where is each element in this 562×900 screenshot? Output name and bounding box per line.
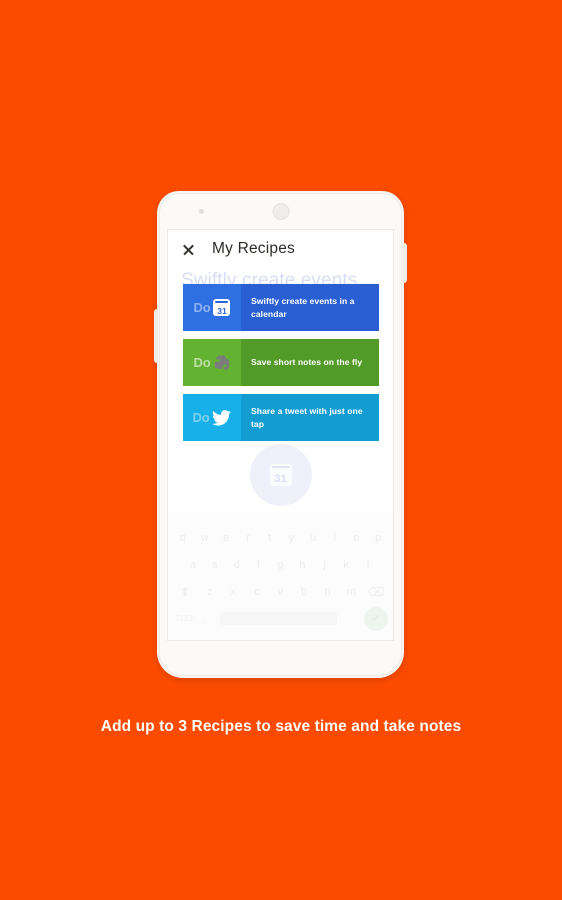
recipe-card-twitter[interactable]: Do Share a tweet with just one tap xyxy=(183,394,379,441)
calendar-day-label: 31 xyxy=(217,305,227,316)
twitter-bird-icon xyxy=(212,409,232,426)
key-e[interactable]: e xyxy=(216,532,236,544)
close-icon[interactable] xyxy=(182,243,195,256)
recipe-body: Share a tweet with just one tap xyxy=(241,394,379,441)
phone-mockup: Swiftly create events My Recipes Do 31 S… xyxy=(154,191,407,678)
key-w[interactable]: w xyxy=(195,532,215,544)
key-u[interactable]: u xyxy=(303,532,323,544)
background-app-icon: 31 xyxy=(249,444,312,506)
recipe-body: Swiftly create events in a calendar xyxy=(241,284,379,331)
shift-icon[interactable]: ⬆ xyxy=(173,585,197,599)
recipe-card-calendar[interactable]: Do 31 Swiftly create events in a calenda… xyxy=(183,284,379,331)
keyboard-row-1: q w e r t y u i o p xyxy=(173,524,388,551)
do-brand-label: Do xyxy=(193,300,211,315)
recipe-card-evernote[interactable]: Do Save short notes on the fly xyxy=(183,339,379,386)
key-n[interactable]: n xyxy=(317,586,339,598)
camera-dot-icon xyxy=(199,209,204,214)
key-l[interactable]: l xyxy=(358,559,378,571)
recipe-list: Do 31 Swiftly create events in a calenda… xyxy=(183,284,379,449)
key-v[interactable]: v xyxy=(270,586,292,598)
key-b[interactable]: b xyxy=(293,586,315,598)
key-z[interactable]: z xyxy=(199,586,221,598)
phone-screen: Swiftly create events My Recipes Do 31 S… xyxy=(167,229,394,641)
recipe-label: Share a tweet with just one tap xyxy=(251,406,363,429)
key-q[interactable]: q xyxy=(173,532,193,544)
promo-caption: Add up to 3 Recipes to save time and tak… xyxy=(100,718,462,735)
period-key[interactable]: . xyxy=(344,614,360,624)
key-s[interactable]: s xyxy=(205,559,225,571)
recipe-label: Save short notes on the fly xyxy=(251,357,363,368)
recipe-body: Save short notes on the fly xyxy=(241,339,379,386)
recipe-badge: Do 31 xyxy=(183,284,241,331)
comma-key[interactable]: , xyxy=(197,614,213,624)
volume-button[interactable] xyxy=(154,309,158,363)
calendar-icon: 31 xyxy=(269,464,292,486)
key-j[interactable]: j xyxy=(314,559,334,571)
recipe-label: Swiftly create events in a calendar xyxy=(251,296,355,319)
key-h[interactable]: h xyxy=(292,559,312,571)
key-r[interactable]: r xyxy=(238,532,258,544)
key-m[interactable]: m xyxy=(340,586,362,598)
key-p[interactable]: p xyxy=(368,532,388,544)
key-k[interactable]: k xyxy=(336,559,356,571)
send-check-icon[interactable]: ✓ xyxy=(364,606,388,631)
keyboard-row-3: ⬆ z x c v b n m ⌫ xyxy=(173,578,388,605)
key-a[interactable]: a xyxy=(183,559,203,571)
keyboard-row-4: ?123 , . ✓ xyxy=(173,605,388,632)
do-brand-label: Do xyxy=(192,410,210,425)
key-y[interactable]: y xyxy=(282,532,302,544)
app-header: My Recipes xyxy=(168,230,393,268)
calendar-icon: 31 xyxy=(213,299,231,316)
space-key[interactable] xyxy=(220,612,337,625)
key-x[interactable]: x xyxy=(223,586,245,598)
key-g[interactable]: g xyxy=(271,559,291,571)
key-o[interactable]: o xyxy=(347,532,367,544)
key-t[interactable]: t xyxy=(260,532,280,544)
key-f[interactable]: f xyxy=(249,559,269,571)
calendar-day-label: 31 xyxy=(274,473,287,485)
on-screen-keyboard[interactable]: q w e r t y u i o p a s d f g h j k l ⬆ … xyxy=(168,512,393,640)
speaker-grille-icon xyxy=(272,203,289,220)
page-title: My Recipes xyxy=(212,240,295,257)
key-i[interactable]: i xyxy=(325,532,345,544)
recipe-badge: Do xyxy=(183,394,241,441)
evernote-elephant-icon xyxy=(213,354,230,372)
keyboard-row-2: a s d f g h j k l xyxy=(173,551,388,578)
power-button[interactable] xyxy=(403,243,407,283)
recipe-badge: Do xyxy=(183,339,241,386)
do-brand-label: Do xyxy=(193,355,211,370)
numeric-key[interactable]: ?123 xyxy=(173,614,195,623)
key-c[interactable]: c xyxy=(246,586,268,598)
key-d[interactable]: d xyxy=(227,559,247,571)
backspace-icon[interactable]: ⌫ xyxy=(364,585,388,599)
